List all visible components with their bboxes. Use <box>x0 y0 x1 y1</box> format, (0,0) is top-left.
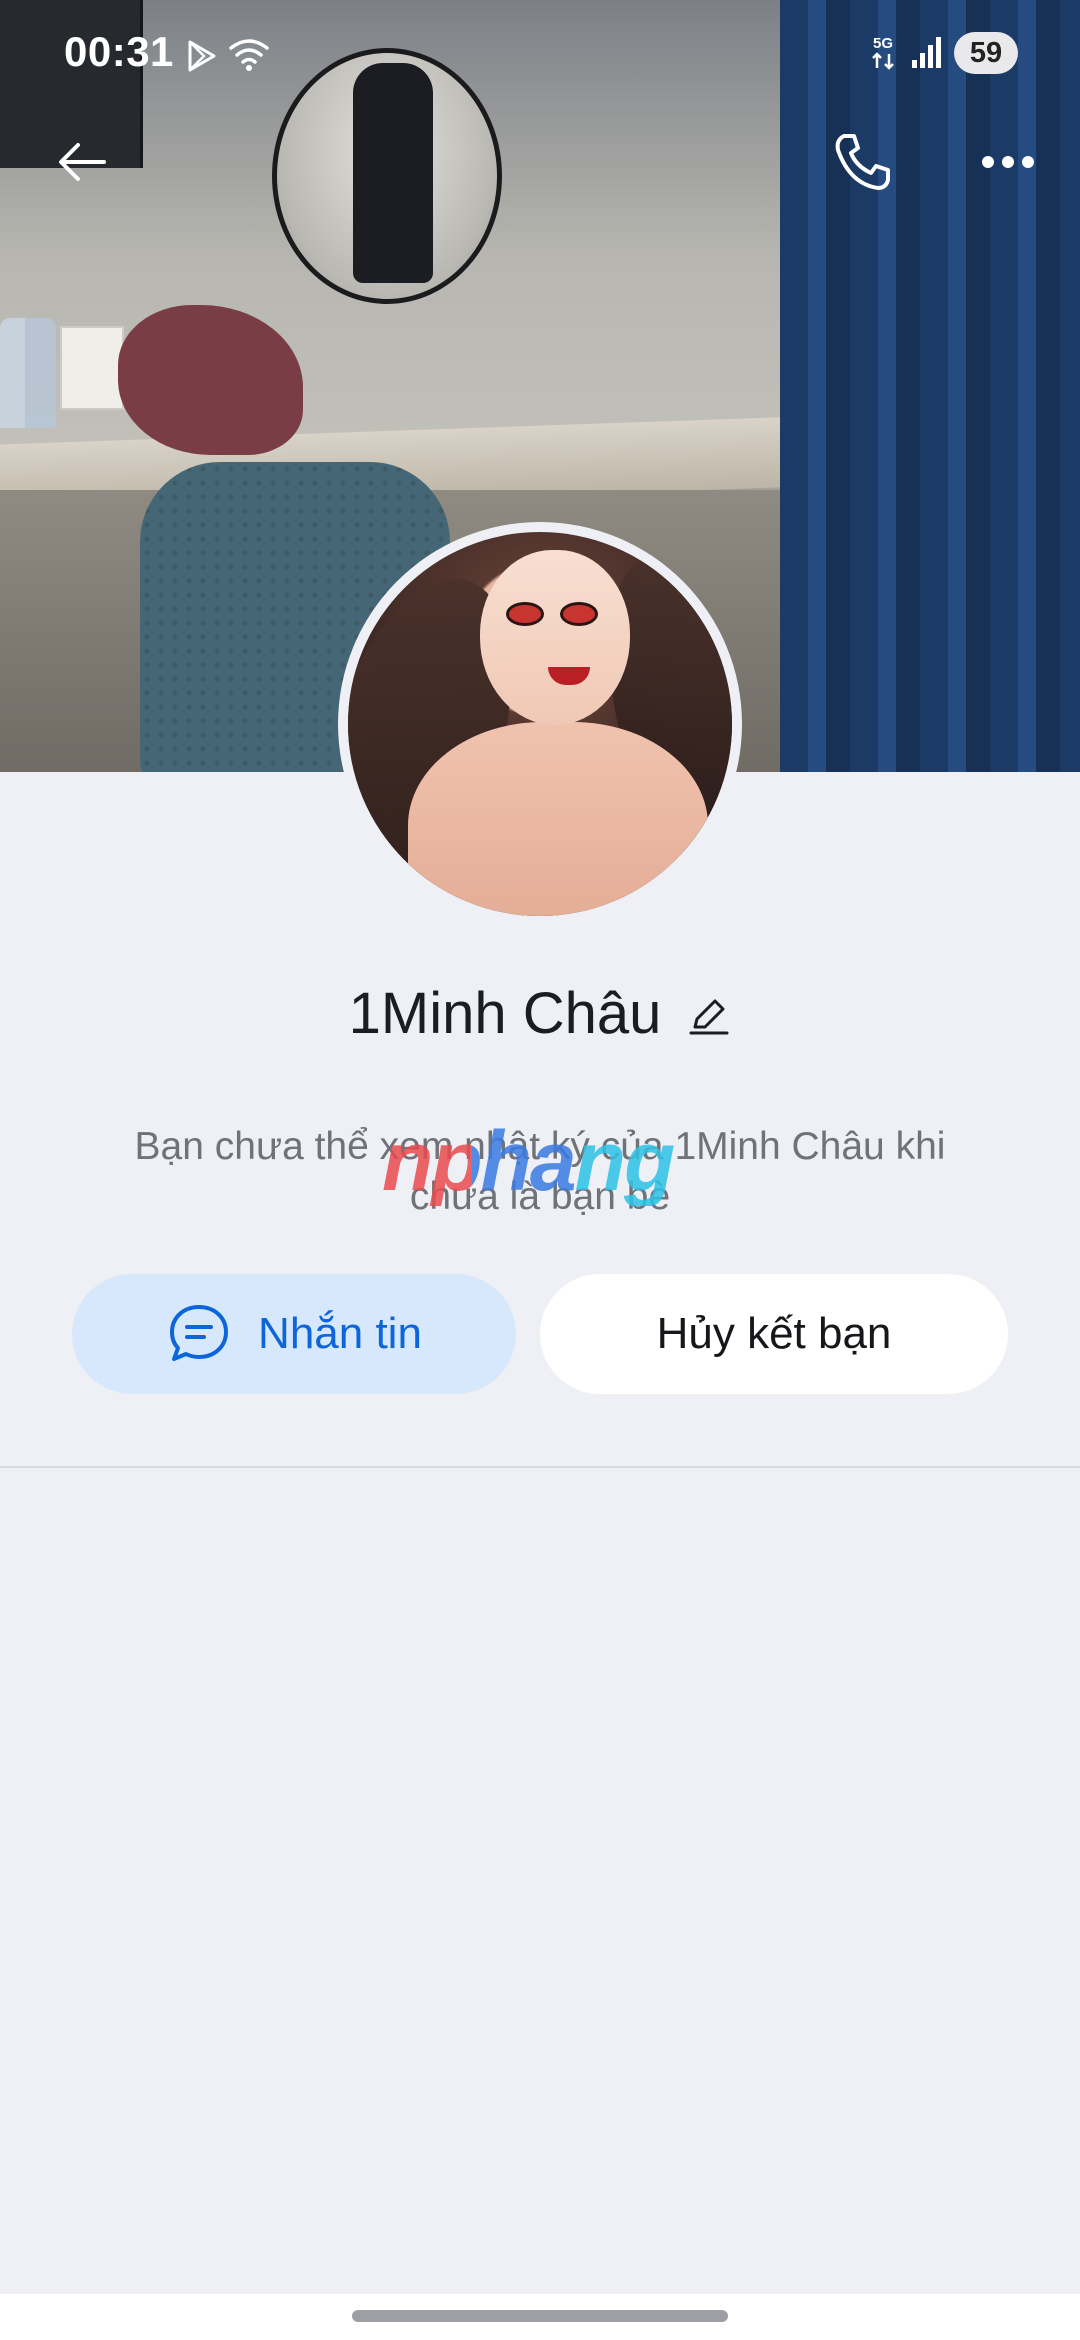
avatar-face <box>480 550 630 725</box>
watermark-logo: nphang <box>382 1116 702 1206</box>
unfriend-button-label: Hủy kết bạn <box>656 1309 892 1358</box>
play-store-icon <box>188 40 216 72</box>
status-time: 00:31 <box>64 28 174 75</box>
avatar[interactable] <box>348 532 732 916</box>
back-button[interactable] <box>42 122 122 202</box>
signal-icon <box>912 37 941 68</box>
battery-indicator: 59 <box>954 32 1018 74</box>
avatar-body <box>408 722 708 916</box>
message-button[interactable]: Nhắn tin <box>72 1274 516 1394</box>
wifi-icon <box>229 39 269 71</box>
call-button[interactable] <box>822 122 902 202</box>
avatar-eye-left <box>506 602 544 626</box>
more-horizontal-icon <box>982 156 1034 168</box>
cover-sign <box>60 326 124 410</box>
status-bar: 00:31 5G 59 <box>0 0 1080 110</box>
phone-icon <box>835 134 890 190</box>
home-indicator[interactable] <box>352 2310 728 2322</box>
pencil-icon[interactable] <box>687 993 731 1037</box>
avatar-eye-right <box>560 602 598 626</box>
message-button-label: Nhắn tin <box>258 1309 422 1358</box>
arrow-left-icon <box>59 143 106 181</box>
cover-bottles <box>0 318 56 428</box>
network-5g-icon: 5G <box>872 35 894 70</box>
section-divider <box>0 1466 1080 1468</box>
profile-name-row: 1Minh Châu <box>0 975 1080 1051</box>
cover-curtain <box>780 0 1080 772</box>
chat-bubble-icon <box>170 1305 229 1361</box>
profile-name: 1Minh Châu <box>348 980 662 1046</box>
more-button[interactable] <box>968 122 1048 202</box>
network-label: 5G <box>873 35 893 52</box>
unfriend-button[interactable]: Hủy kết bạn <box>540 1274 1008 1394</box>
